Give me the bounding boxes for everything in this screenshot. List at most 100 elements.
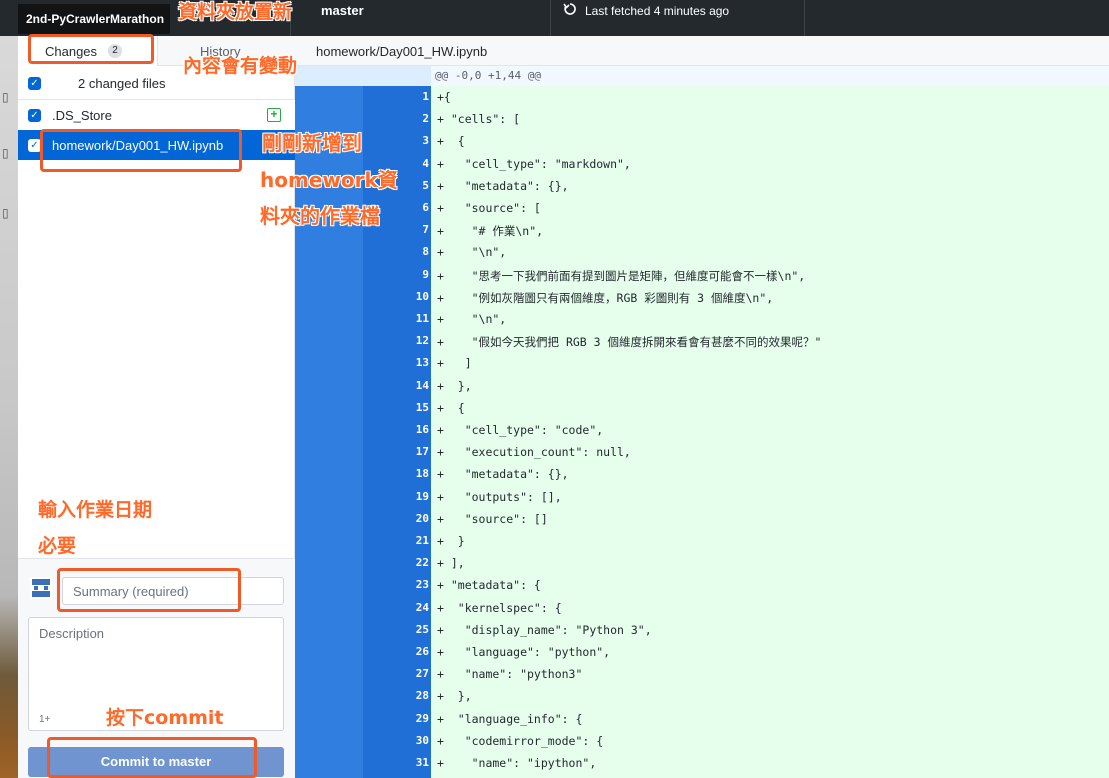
- diff-line: 12 + "假如今天我們把 RGB 3 個維度拆開來看會有甚麼不同的效果呢？": [295, 330, 1109, 353]
- enter-date-note-line-2: 必要: [38, 535, 77, 557]
- line-code: +{: [437, 90, 451, 104]
- line-code: + },: [437, 378, 472, 393]
- line-number: 28: [415, 689, 429, 703]
- line-number: 25: [415, 622, 429, 636]
- diff-line: 30 + "codemirror_mode": {: [295, 730, 1109, 753]
- line-code: + "source": []: [437, 511, 548, 526]
- summary-input-highlight: [57, 568, 241, 612]
- background-glyph: ▯: [2, 206, 9, 220]
- line-code: + "kernelspec": {: [437, 600, 562, 615]
- new-file-note-line-2: homework資: [260, 168, 398, 192]
- hunk-header: @@ -0,0 +1,44 @@: [295, 66, 1109, 86]
- line-code: + "cell_type": "code",: [437, 423, 604, 437]
- fetch-origin-button[interactable]: Last fetched 4 minutes ago: [550, 0, 805, 36]
- line-code: + "metadata": {},: [437, 467, 569, 482]
- diff-line: 29 + "language_info": {: [295, 708, 1109, 731]
- diff-line: 17 + "execution_count": null,: [295, 441, 1109, 464]
- line-code: + "name": "python3": [437, 667, 583, 682]
- line-number: 14: [415, 378, 429, 392]
- hunk-header-text: @@ -0,0 +1,44 @@: [435, 69, 541, 82]
- avatar: [30, 577, 52, 599]
- line-number: 23: [415, 578, 429, 592]
- new-file-note-line-3: 料夾的作業檔: [260, 204, 380, 228]
- diff-line: 8 + "\n",: [295, 241, 1109, 264]
- line-number: 11: [415, 312, 429, 325]
- select-all-checkbox[interactable]: ✓: [28, 77, 41, 90]
- added-file-icon: +: [267, 108, 281, 122]
- line-number: 30: [415, 733, 429, 747]
- line-code: + "language_info": {: [437, 711, 583, 726]
- line-code: + "outputs": [],: [437, 489, 562, 504]
- line-number: 1: [422, 90, 429, 103]
- diff-line: 2 + "cells": [: [295, 108, 1109, 131]
- new-file-note-line-1: 剛剛新增到: [262, 131, 362, 155]
- line-number: 21: [415, 534, 429, 547]
- line-code: + "假如今天我們把 RGB 3 個維度拆開來看會有甚麼不同的效果呢？": [437, 335, 822, 350]
- repository-tag: 2nd-PyCrawlerMarathon: [18, 4, 170, 34]
- line-number: 17: [415, 445, 429, 459]
- line-code: + "cell_type": "markdown",: [437, 156, 631, 171]
- line-number: 16: [415, 423, 429, 436]
- fetch-status-text: Last fetched 4 minutes ago: [585, 4, 730, 18]
- background-glyph: ▯: [2, 90, 9, 104]
- line-number: 12: [415, 334, 429, 348]
- line-code: + "name": "ipython",: [437, 756, 597, 770]
- description-placeholder: Description: [39, 626, 105, 641]
- line-code: + "cells": [: [437, 112, 521, 127]
- diff-line: 24 + "kernelspec": {: [295, 597, 1109, 620]
- diff-line: 6 + "source": [: [295, 197, 1109, 220]
- line-number: 18: [415, 467, 429, 481]
- diff-line: 15 + {: [295, 397, 1109, 420]
- changed-file-row[interactable]: ✓ .DS_Store +: [18, 100, 295, 130]
- line-code: + "例如灰階圖只有兩個維度，RGB 彩圖則有 3 個維度\n",: [437, 290, 774, 305]
- diff-line: 4 + "cell_type": "markdown",: [295, 153, 1109, 176]
- hunk-gutter: [295, 66, 431, 86]
- diff-line: 14 + },: [295, 375, 1109, 398]
- line-code: + "codemirror_mode": {: [437, 733, 604, 748]
- branch-selector[interactable]: master: [290, 0, 550, 36]
- commit-button-highlight: [47, 737, 257, 778]
- add-coauthor-icon[interactable]: 1+: [39, 714, 50, 725]
- file-name: .DS_Store: [52, 108, 112, 123]
- diff-line: 5 + "metadata": {},: [295, 175, 1109, 198]
- line-number: 13: [415, 356, 429, 370]
- line-code: + },: [437, 689, 472, 704]
- folder-change-note-line-1: 資料夾放置新: [178, 1, 293, 23]
- background-window-strip: ▯ ▯ ▯: [0, 36, 18, 778]
- diff-line: 27 + "name": "python3": [295, 663, 1109, 686]
- line-number: 19: [415, 489, 429, 503]
- file-include-checkbox[interactable]: ✓: [28, 109, 41, 122]
- changes-sidebar: ✓ 2 changed files ✓ .DS_Store + ✓ homewo…: [18, 66, 295, 778]
- changed-files-count: 2 changed files: [78, 76, 166, 91]
- enter-date-note-line-1: 輸入作業日期: [38, 499, 153, 521]
- line-code: + {: [437, 134, 465, 149]
- diff-line: 28 + },: [295, 685, 1109, 708]
- press-commit-note: 按下commit: [106, 707, 224, 729]
- diff-viewer: @@ -0,0 +1,44 @@ 1 +{ 2 + "cells": [ 3 + { 4 + …: [295, 66, 1109, 778]
- diff-line: 26 + "language": "python",: [295, 641, 1109, 664]
- new-file-highlight: [40, 129, 242, 172]
- tab-bar: Changes 2 History homework/Day001_HW.ipy…: [18, 36, 1109, 66]
- line-code: + "source": [: [437, 201, 541, 215]
- diff-line: 10 + "例如灰階圖只有兩個維度，RGB 彩圖則有 3 個維度\n",: [295, 286, 1109, 309]
- diff-line: 20 + "source": []: [295, 508, 1109, 531]
- line-code: + "metadata": {},: [437, 178, 569, 193]
- line-number: 24: [415, 600, 429, 614]
- line-number: 3: [422, 134, 429, 148]
- diff-line: 31 + "name": "ipython",: [295, 752, 1109, 775]
- line-code: + }: [437, 534, 465, 548]
- line-number: 20: [415, 511, 429, 525]
- line-code: + "思考一下我們前面有提到圖片是矩陣，但維度可能會不一樣\n",: [437, 268, 806, 283]
- diff-line: 3 + {: [295, 130, 1109, 153]
- diff-line: 7 + "# 作業\n",: [295, 219, 1109, 242]
- line-code: + "\n",: [437, 312, 507, 326]
- line-code: + "execution_count": null,: [437, 445, 631, 460]
- diff-line: 11 + "\n",: [295, 308, 1109, 331]
- diff-line: 23 + "metadata": {: [295, 574, 1109, 597]
- line-number: 8: [422, 245, 429, 259]
- line-code: + "display_name": "Python 3",: [437, 622, 652, 637]
- diff-line: 19 + "outputs": [],: [295, 486, 1109, 509]
- line-code: + "# 作業\n",: [437, 224, 544, 239]
- line-number: 15: [415, 400, 429, 414]
- diff-line: 21 + }: [295, 530, 1109, 553]
